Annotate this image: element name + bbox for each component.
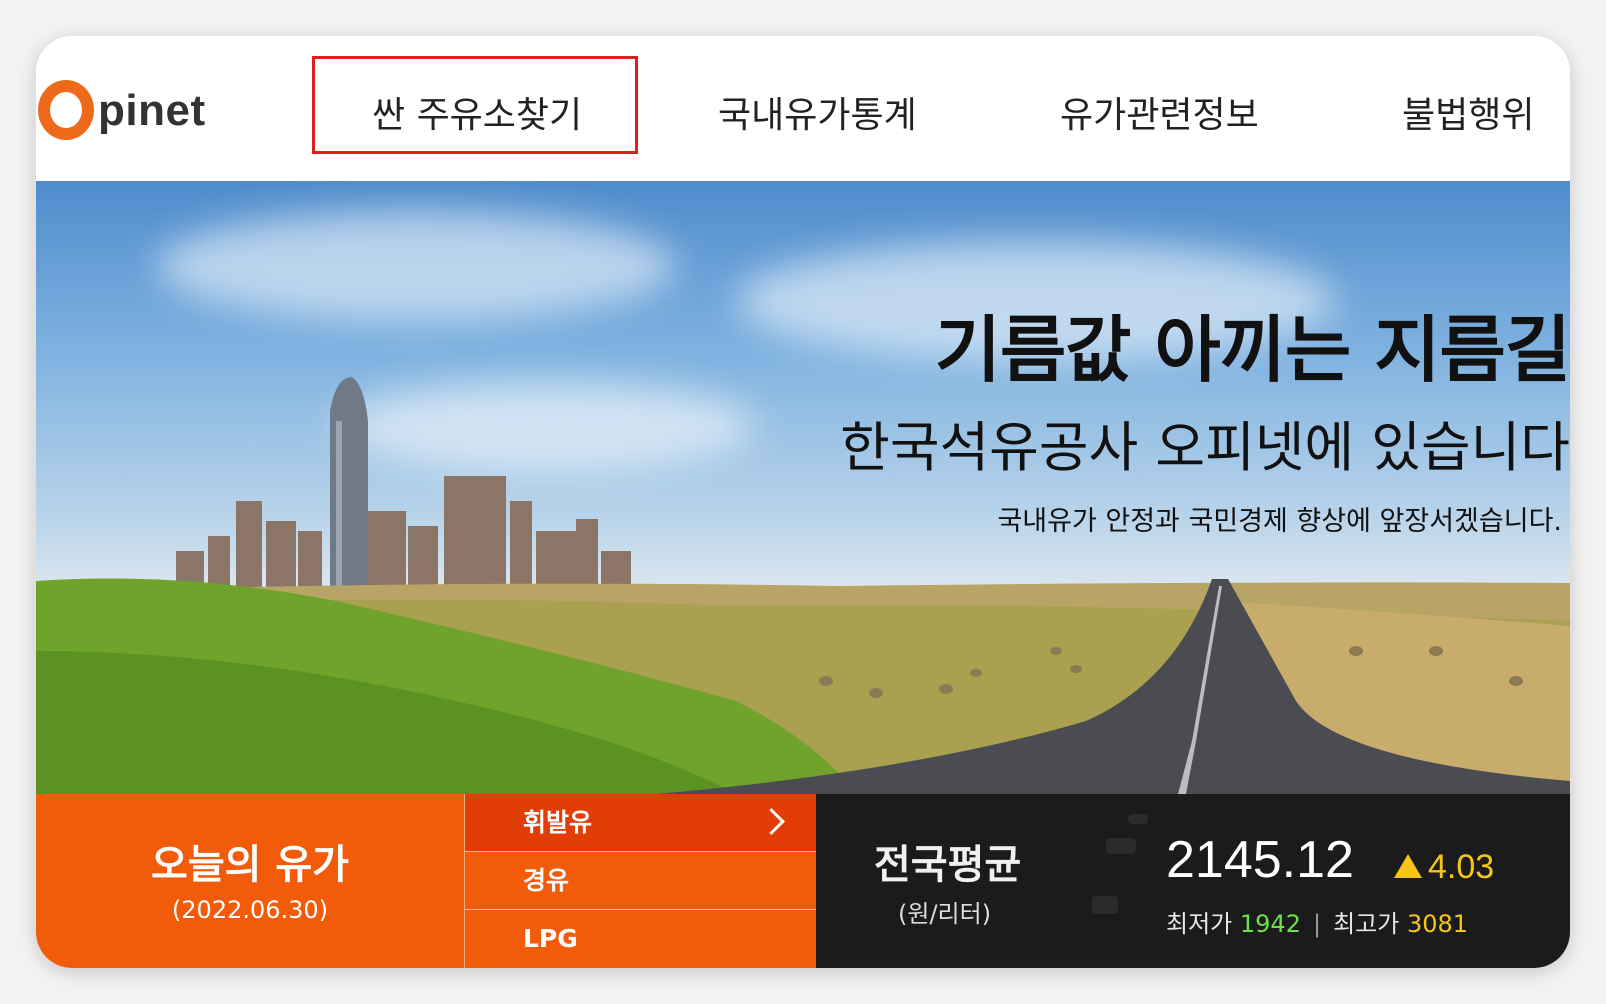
- hero-description: 국내유가 안정과 국민경제 향상에 앞장서겠습니다.: [997, 506, 1562, 537]
- hero-landscape-image: [36, 377, 1570, 794]
- site-header: pinet 싼 주유소찾기 국내유가통계 유가관련정보 불법행위: [36, 36, 1570, 181]
- price-change-value: 4.03: [1428, 848, 1495, 886]
- min-max-prices: 최저가 1942 | 최고가 3081: [1166, 904, 1468, 939]
- max-price-label: 최고가: [1333, 910, 1400, 938]
- average-price-value: 2145.12: [1166, 831, 1354, 889]
- max-price-value: 3081: [1406, 910, 1469, 938]
- nav-illegal-report[interactable]: 불법행위: [1402, 86, 1534, 138]
- today-price-date: (2022.06.30): [171, 896, 329, 924]
- national-average-panel: 전국평균 (원/리터) 2145.12 4.03 최저가 1942 | 최고가 30…: [816, 794, 1570, 968]
- up-triangle-icon: [1394, 854, 1422, 878]
- nav-cheap-station[interactable]: 싼 주유소찾기: [372, 86, 582, 138]
- fuel-tab-label: 휘발유: [523, 808, 593, 837]
- nav-domestic-stats[interactable]: 국내유가통계: [718, 86, 917, 138]
- divider: |: [1312, 910, 1322, 938]
- fuel-tab-label: 경유: [523, 866, 570, 895]
- logo-text: pinet: [98, 86, 206, 135]
- min-price-value: 1942: [1239, 910, 1301, 938]
- national-average-title: 전국평균: [874, 842, 1022, 888]
- today-price-title: 오늘의 유가: [151, 842, 349, 888]
- hero-banner: 기름값 아끼는 지름길 한국석유공사 오피넷에 있습니다 국내유가 안정과 국민…: [36, 181, 1570, 794]
- chevron-right-icon: [758, 808, 785, 835]
- national-average-unit: (원/리터): [898, 900, 992, 928]
- browser-frame: pinet 싼 주유소찾기 국내유가통계 유가관련정보 불법행위 기름값 아끼는…: [36, 36, 1570, 968]
- fuel-type-list: 휘발유 경유 LPG: [464, 794, 817, 968]
- fuel-tab-lpg[interactable]: LPG: [465, 910, 817, 968]
- logo-o-mark: [38, 80, 94, 140]
- fuel-tab-diesel[interactable]: 경유: [465, 852, 817, 910]
- nav-price-info[interactable]: 유가관련정보: [1060, 86, 1259, 138]
- price-bar: 오늘의 유가 (2022.06.30) 휘발유 경유 LPG 전국평균 (원/리…: [36, 794, 1570, 968]
- hero-subtitle: 한국석유공사 오피넷에 있습니다: [840, 416, 1570, 479]
- fuel-tab-label: LPG: [523, 924, 578, 953]
- hero-title: 기름값 아끼는 지름길: [934, 308, 1570, 392]
- min-price-label: 최저가: [1166, 910, 1233, 938]
- opinet-logo[interactable]: pinet: [38, 58, 206, 148]
- today-price-panel: 오늘의 유가 (2022.06.30): [36, 794, 464, 968]
- fuel-tab-gasoline[interactable]: 휘발유: [465, 794, 817, 852]
- price-change: 4.03: [1394, 848, 1494, 887]
